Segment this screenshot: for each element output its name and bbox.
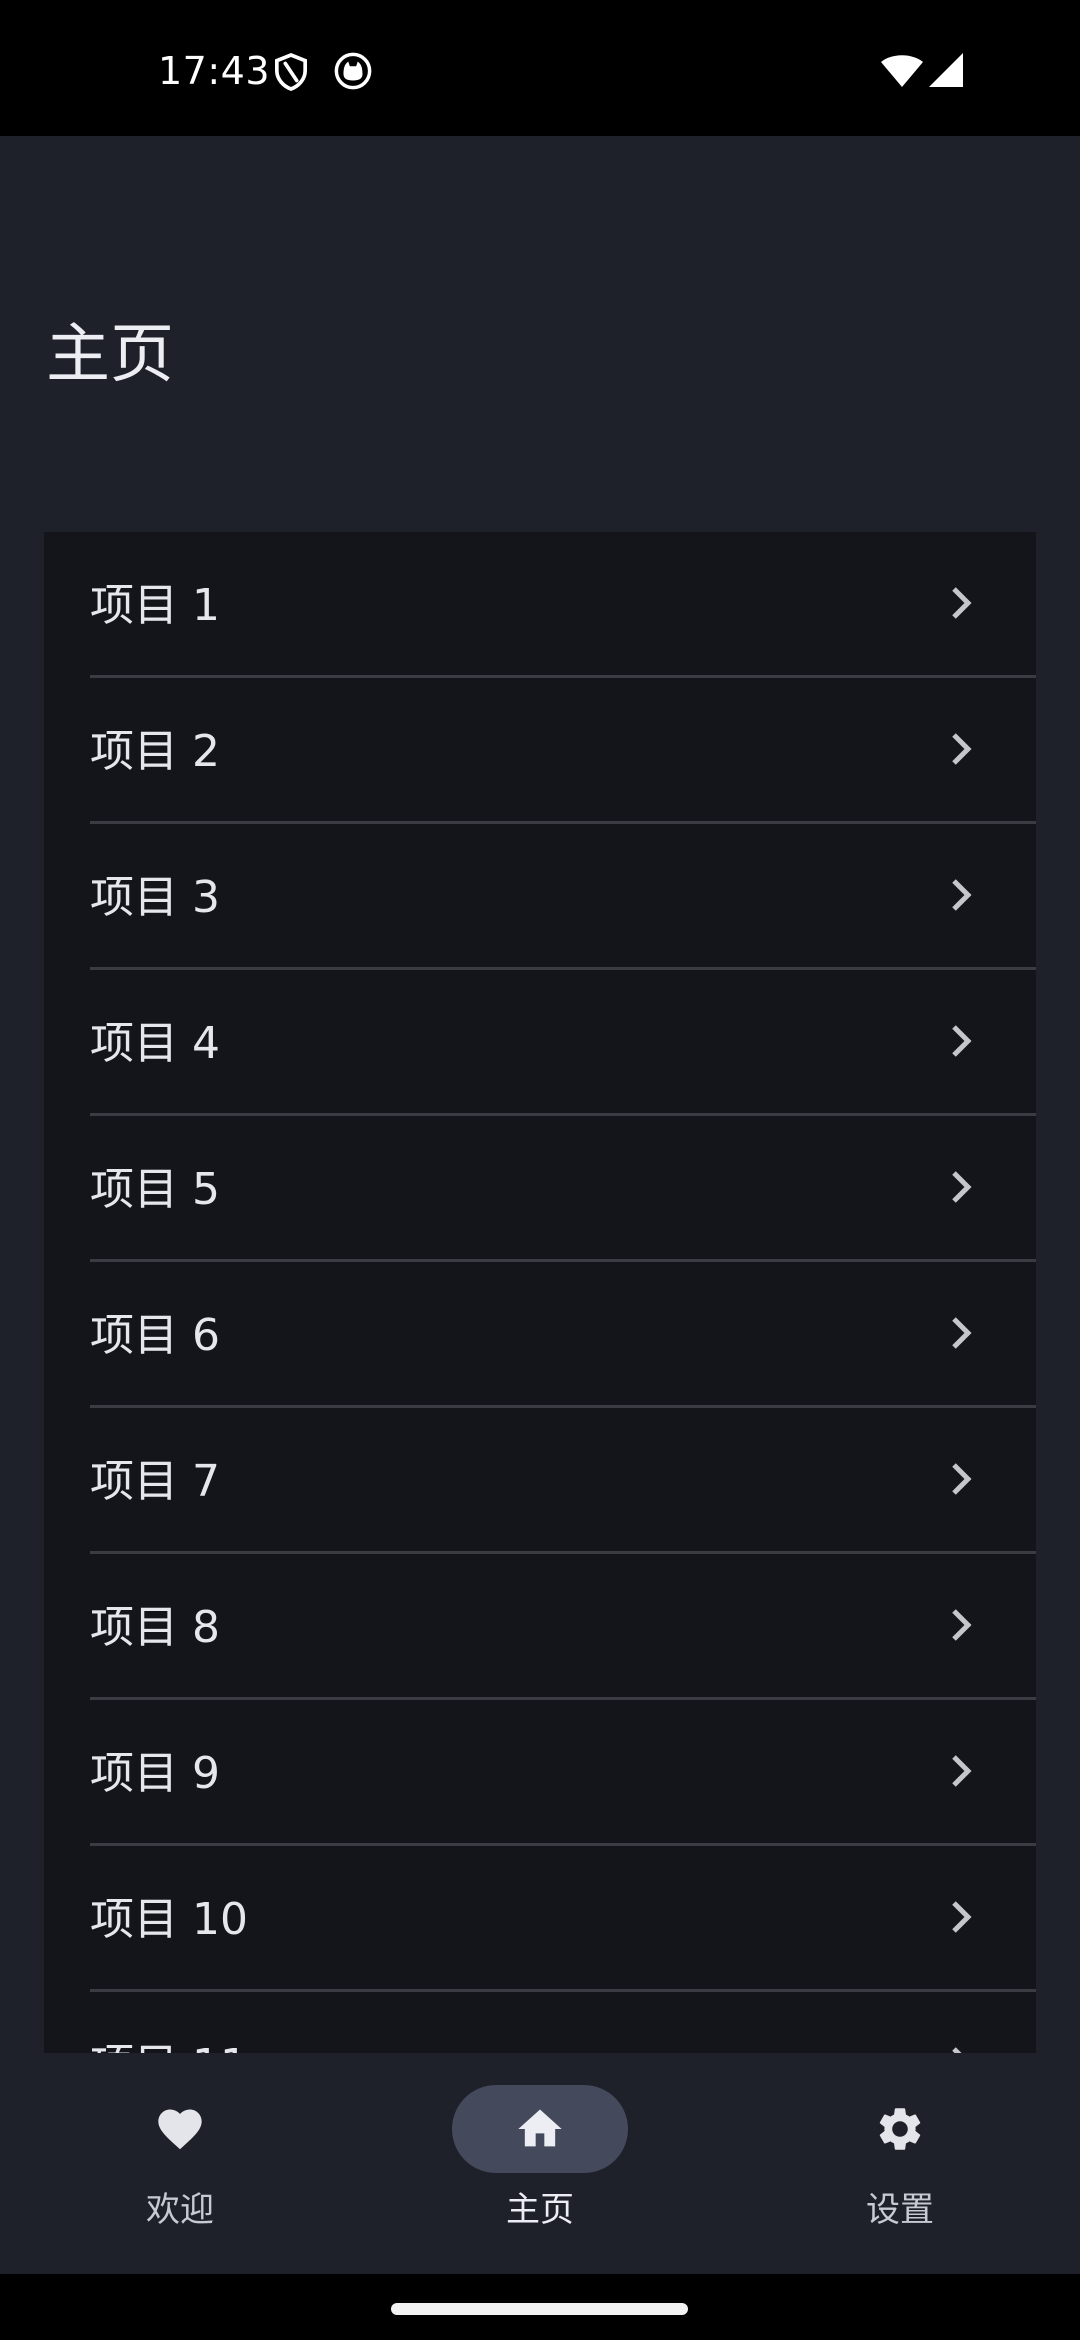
- chevron-right-icon: [952, 587, 972, 619]
- list-item-label: 项目 8: [90, 1602, 220, 1653]
- chevron-right-icon: [952, 1317, 972, 1349]
- chevron-right-icon: [952, 879, 972, 911]
- list-item-label: 项目 11: [90, 2038, 248, 2053]
- list-item-label: 项目 6: [90, 1310, 220, 1361]
- list-item[interactable]: 项目 11: [44, 1992, 1036, 2053]
- chevron-right-icon: [952, 2047, 962, 2053]
- list-item[interactable]: 项目 3: [44, 824, 1036, 970]
- list-item[interactable]: 项目 4: [44, 970, 1036, 1116]
- list-item-label: 项目 5: [90, 1164, 220, 1215]
- chevron-right-icon: [952, 1901, 972, 1933]
- list-item-label: 项目 7: [90, 1456, 220, 1507]
- nav-item-welcome[interactable]: 欢迎: [0, 2053, 360, 2274]
- chevron-right-icon: [952, 733, 972, 765]
- nav-item-settings[interactable]: 设置: [720, 2053, 1080, 2274]
- item-list: 项目 1 项目 2 项目 3 项目 4 项目 5 项目 6 项目 7 项目 8 …: [44, 532, 1036, 2053]
- list-item-label: 项目 3: [90, 872, 220, 923]
- heart-icon: [158, 2109, 202, 2150]
- wifi-icon: [881, 55, 923, 87]
- nav-item-home[interactable]: 主页: [360, 2053, 720, 2274]
- nav-icon-container: [452, 2085, 628, 2173]
- bottom-navigation: 欢迎 主页 设置: [0, 2053, 1080, 2274]
- cat-icon: [334, 52, 372, 90]
- list-item[interactable]: 项目 1: [44, 532, 1036, 678]
- chevron-right-icon: [952, 1171, 972, 1203]
- signal-icon: [929, 53, 963, 87]
- status-time: 17:43: [158, 49, 271, 93]
- nav-label: 主页: [506, 2190, 574, 2230]
- list-item[interactable]: 项目 10: [44, 1846, 1036, 1992]
- chevron-right-icon: [952, 1755, 972, 1787]
- list-item[interactable]: 项目 7: [44, 1408, 1036, 1554]
- list-item[interactable]: 项目 2: [44, 678, 1036, 824]
- gesture-bar: [0, 2274, 1080, 2340]
- gear-icon: [879, 2108, 921, 2150]
- list-item[interactable]: 项目 6: [44, 1262, 1036, 1408]
- chevron-right-icon: [952, 1463, 972, 1495]
- list-item[interactable]: 项目 8: [44, 1554, 1036, 1700]
- list-item-label: 项目 4: [90, 1018, 220, 1069]
- gesture-handle[interactable]: [391, 2303, 688, 2315]
- list-item-label: 项目 2: [90, 726, 220, 777]
- home-icon: [518, 2109, 562, 2147]
- chevron-right-icon: [952, 1025, 972, 1057]
- shield-icon: [274, 53, 308, 91]
- status-bar: 17:43: [0, 0, 1080, 136]
- list-item-label: 项目 10: [90, 1894, 248, 1945]
- list-item[interactable]: 项目 9: [44, 1700, 1036, 1846]
- nav-icon-container: [92, 2085, 268, 2173]
- nav-icon-container: [812, 2085, 988, 2173]
- nav-label: 设置: [866, 2190, 934, 2230]
- nav-label: 欢迎: [146, 2190, 214, 2230]
- app-screen: 17:43 主页 项目 1 项目 2 项目 3 项目 4 项目 5 项目 6 项…: [0, 0, 1080, 2340]
- list-item-label: 项目 1: [90, 580, 220, 631]
- list-item-label: 项目 9: [90, 1748, 220, 1799]
- list-item[interactable]: 项目 5: [44, 1116, 1036, 1262]
- page-title: 主页: [46, 318, 174, 392]
- chevron-right-icon: [952, 1609, 972, 1641]
